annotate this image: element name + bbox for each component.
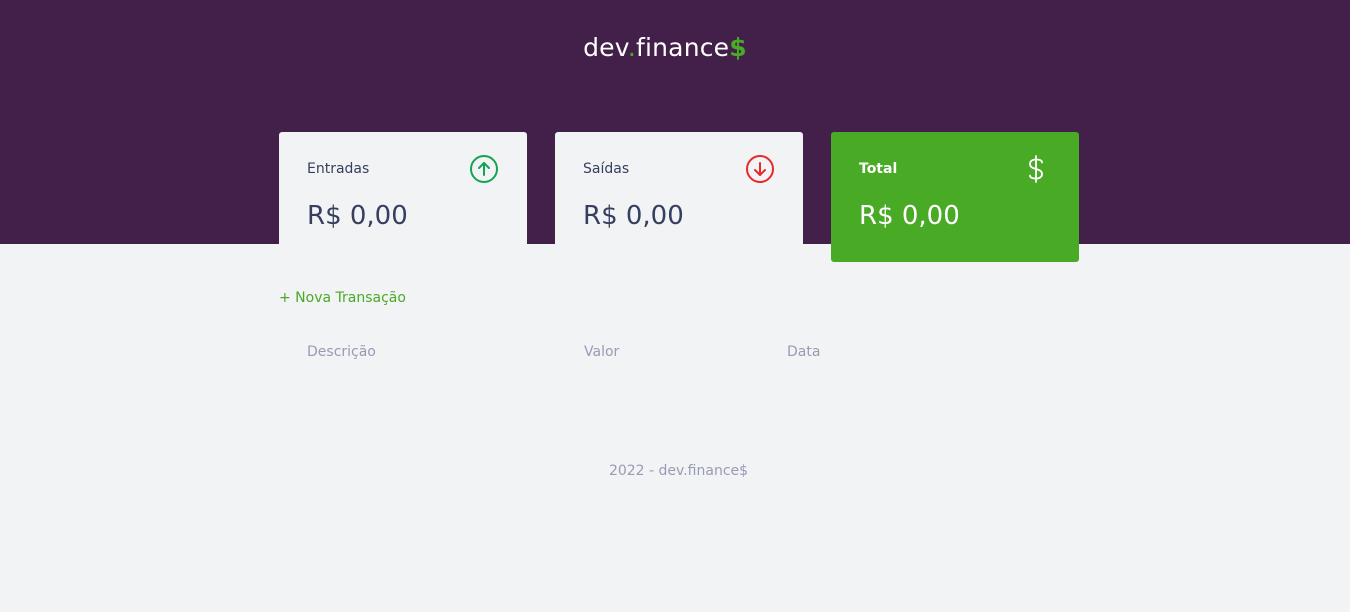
- column-header-date: Data: [787, 344, 821, 360]
- income-label: Entradas: [307, 161, 370, 177]
- column-header-value: Valor: [584, 344, 620, 360]
- expense-card: Saídas R$ 0,00: [555, 132, 803, 262]
- logo: dev.finance$: [0, 33, 1330, 62]
- new-transaction-button[interactable]: + Nova Transação: [279, 290, 406, 306]
- dollar-sign-icon: [1029, 155, 1043, 183]
- total-label: Total: [859, 161, 898, 177]
- logo-name: finance: [635, 33, 730, 62]
- logo-suffix: $: [729, 33, 747, 62]
- arrow-down-circle-icon: [746, 155, 774, 183]
- logo-dot: .: [627, 33, 636, 62]
- total-amount: R$ 0,00: [859, 201, 960, 231]
- expense-amount: R$ 0,00: [583, 201, 684, 231]
- income-amount: R$ 0,00: [307, 201, 408, 231]
- income-card: Entradas R$ 0,00: [279, 132, 527, 262]
- expense-label: Saídas: [583, 161, 630, 177]
- page-footer: 2022 - dev.finance$: [608, 463, 749, 479]
- arrow-up-circle-icon: [470, 155, 498, 183]
- column-header-description: Descrição: [307, 344, 376, 360]
- logo-prefix: dev: [583, 33, 628, 62]
- total-card: Total R$ 0,00: [831, 132, 1079, 262]
